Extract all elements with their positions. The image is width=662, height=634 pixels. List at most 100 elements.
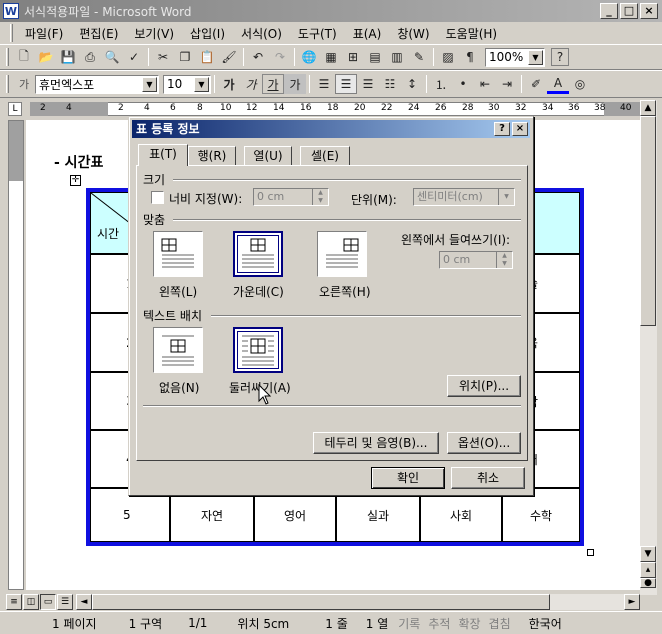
menu-table[interactable]: 표(A) <box>345 25 390 42</box>
align-center-icon[interactable]: ☰ <box>335 74 357 94</box>
chevron-down-icon[interactable]: ▼ <box>142 76 157 92</box>
hyperlink-icon[interactable]: 🌐 <box>298 47 320 67</box>
scroll-thumb-h[interactable] <box>92 594 550 610</box>
align-right-icon[interactable]: ☰ <box>357 74 379 94</box>
scroll-down-icon[interactable]: ▼ <box>640 546 656 562</box>
maximize-button[interactable]: □ <box>620 3 638 19</box>
cancel-button[interactable]: 취소 <box>451 467 525 489</box>
table-cell[interactable]: 실과 <box>336 488 420 542</box>
font-color-icon[interactable]: A <box>547 74 569 94</box>
increase-indent-icon[interactable]: ⇥ <box>496 74 518 94</box>
chevron-down-icon[interactable]: ▼ <box>528 49 543 65</box>
undo-icon[interactable]: ↶ <box>247 47 269 67</box>
spelling-icon[interactable]: ✓ <box>123 47 145 67</box>
status-ext[interactable]: 확장 <box>458 615 480 632</box>
align-right-option[interactable] <box>317 231 367 277</box>
table-cell[interactable]: 수학 <box>502 488 580 542</box>
menu-insert[interactable]: 삽입(I) <box>182 25 233 42</box>
cut-icon[interactable]: ✂ <box>152 47 174 67</box>
scroll-left-icon[interactable]: ◄ <box>76 594 92 610</box>
select-browse-object-icon[interactable]: ● <box>640 578 656 588</box>
underline-button[interactable]: 가 <box>262 74 284 94</box>
menu-edit[interactable]: 편집(E) <box>71 25 126 42</box>
char-shading-button[interactable]: 가 <box>284 74 306 94</box>
table-cell[interactable]: 영어 <box>254 488 336 542</box>
ok-button[interactable]: 확인 <box>371 467 445 489</box>
scroll-up-icon[interactable]: ▲ <box>640 100 656 116</box>
previous-page-icon[interactable]: ▴ <box>640 562 656 578</box>
menu-help[interactable]: 도움말(H) <box>438 25 506 42</box>
columns-icon[interactable]: ▥ <box>386 47 408 67</box>
table-cell[interactable]: 사회 <box>420 488 502 542</box>
phonetic-icon[interactable]: ◎ <box>569 74 591 94</box>
table-resize-handle[interactable] <box>587 549 594 556</box>
scroll-thumb[interactable] <box>640 116 656 326</box>
dialog-help-button[interactable]: ? <box>494 122 510 136</box>
print-preview-icon[interactable]: 🔍 <box>101 47 123 67</box>
align-left-option[interactable] <box>153 231 203 277</box>
insert-excel-icon[interactable]: ▤ <box>364 47 386 67</box>
new-icon[interactable]: 🗋 <box>13 47 35 67</box>
menu-format[interactable]: 서식(O) <box>233 25 290 42</box>
status-rec[interactable]: 기록 <box>398 615 420 632</box>
tab-selector[interactable]: L <box>8 102 22 116</box>
tab-cell[interactable]: 셀(E) <box>300 146 350 166</box>
menu-window[interactable]: 창(W) <box>389 25 437 42</box>
dialog-close-button[interactable]: × <box>512 122 528 136</box>
close-button[interactable]: × <box>640 3 658 19</box>
table-cell[interactable]: 5 <box>90 488 170 542</box>
save-icon[interactable]: 💾 <box>57 47 79 67</box>
minimize-button[interactable]: _ <box>600 3 618 19</box>
align-left-icon[interactable]: ☰ <box>313 74 335 94</box>
width-checkbox[interactable] <box>151 191 164 204</box>
line-spacing-icon[interactable]: ↕ <box>401 74 423 94</box>
open-icon[interactable]: 📂 <box>35 47 57 67</box>
print-layout-icon[interactable]: ▭ <box>40 594 56 610</box>
menu-view[interactable]: 보기(V) <box>126 25 182 42</box>
status-ovr[interactable]: 겹침 <box>489 615 511 632</box>
tab-row[interactable]: 행(R) <box>188 146 236 166</box>
decrease-indent-icon[interactable]: ⇤ <box>474 74 496 94</box>
styles-icon[interactable]: 가 <box>13 74 35 94</box>
bullets-icon[interactable]: • <box>452 74 474 94</box>
outline-view-icon[interactable]: ☰ <box>57 594 73 610</box>
menu-tools[interactable]: 도구(T) <box>290 25 345 42</box>
drawing-icon[interactable]: ✎ <box>408 47 430 67</box>
wrap-none-option[interactable] <box>153 327 203 373</box>
insert-table-icon[interactable]: ⊞ <box>342 47 364 67</box>
options-button[interactable]: 옵션(O)... <box>447 432 521 454</box>
zoom-select[interactable]: 100% ▼ <box>485 47 545 67</box>
highlight-icon[interactable]: ✐ <box>525 74 547 94</box>
web-view-icon[interactable]: ◫ <box>23 594 39 610</box>
redo-icon[interactable]: ↷ <box>269 47 291 67</box>
tab-table[interactable]: 표(T) <box>138 144 188 166</box>
print-icon[interactable]: ⎙ <box>79 47 101 67</box>
copy-icon[interactable]: ❐ <box>174 47 196 67</box>
vertical-ruler[interactable] <box>8 120 24 590</box>
document-map-icon[interactable]: ▨ <box>437 47 459 67</box>
wrap-around-option[interactable] <box>233 327 283 373</box>
paste-icon[interactable]: 📋 <box>196 47 218 67</box>
tables-borders-icon[interactable]: ▦ <box>320 47 342 67</box>
word-app-icon[interactable]: W <box>3 3 19 19</box>
format-painter-icon[interactable]: 🖌 <box>218 47 240 67</box>
borders-shading-button[interactable]: 테두리 및 음영(B)... <box>313 432 439 454</box>
help-icon[interactable]: ? <box>551 48 569 66</box>
menu-file[interactable]: 파일(F) <box>17 25 71 42</box>
vertical-scrollbar[interactable]: ▲ ▼ ▴ ● <box>640 100 657 595</box>
position-button[interactable]: 위치(P)... <box>447 375 521 397</box>
bold-button[interactable]: 가 <box>218 74 240 94</box>
font-select[interactable]: 휴먼엑스포 ▼ <box>35 74 159 94</box>
font-size-select[interactable]: 10 ▼ <box>163 74 211 94</box>
distribute-icon[interactable]: ☷ <box>379 74 401 94</box>
show-hide-icon[interactable]: ¶ <box>459 47 481 67</box>
scroll-right-icon[interactable]: ► <box>624 594 640 610</box>
numbering-icon[interactable]: ⒈ <box>430 74 452 94</box>
chevron-down-icon[interactable]: ▼ <box>194 76 209 92</box>
align-center-option[interactable] <box>233 231 283 277</box>
tab-column[interactable]: 열(U) <box>244 146 292 166</box>
normal-view-icon[interactable]: ≡ <box>6 594 22 610</box>
italic-button[interactable]: 가 <box>240 74 262 94</box>
table-move-handle-icon[interactable]: ✛ <box>70 175 81 186</box>
horizontal-scrollbar[interactable]: ◄ ► <box>76 594 640 610</box>
